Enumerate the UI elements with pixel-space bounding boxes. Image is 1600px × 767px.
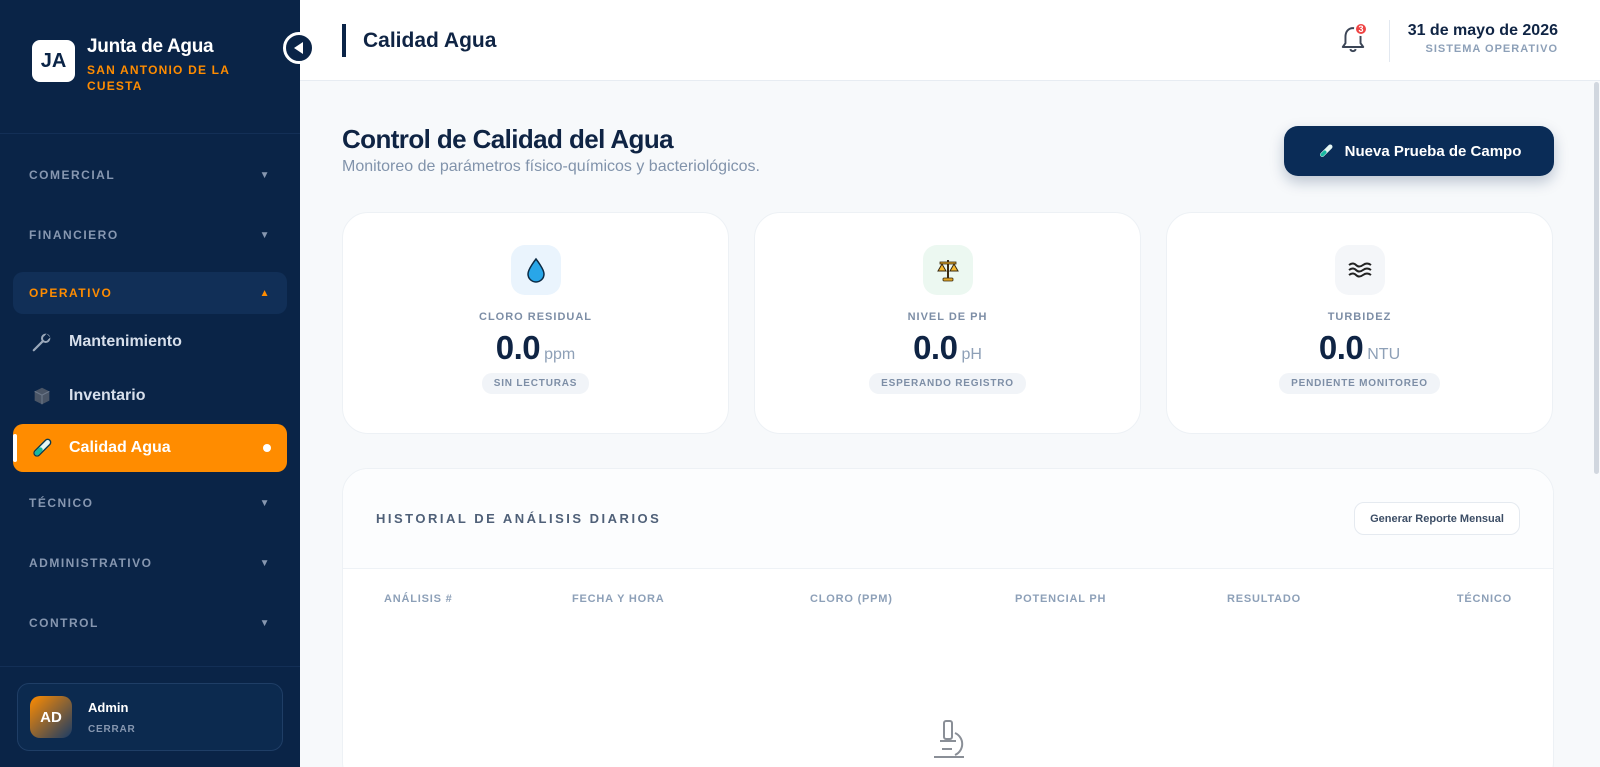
column-header-chlorine[interactable]: CLORO (PPM) (810, 593, 893, 605)
metric-unit: NTU (1367, 346, 1401, 363)
column-header-analysis[interactable]: ANÁLISIS # (384, 593, 453, 605)
chevron-down-icon: ▼ (259, 229, 271, 241)
nav-section-label: ADMINISTRATIVO (29, 556, 153, 570)
page-scrollbar[interactable] (1594, 82, 1599, 474)
sidebar-item-calidad-agua[interactable]: Calidad Agua (13, 424, 287, 472)
nav-section-tecnico[interactable]: TÉCNICO ▼ (13, 474, 287, 532)
header-divider (1389, 20, 1390, 62)
sidebar-item-label: Mantenimiento (69, 333, 182, 350)
microscope-icon (934, 720, 964, 758)
metric-value-row: 0.0 NTU (1167, 329, 1552, 367)
collapse-sidebar-button[interactable] (283, 32, 315, 64)
brand-text: Junta de Agua SAN ANTONIO DE LA CUESTA (87, 36, 247, 94)
metric-value: 0.0 (913, 329, 958, 366)
analysis-history-panel: HISTORIAL DE ANÁLISIS DIARIOS Generar Re… (342, 468, 1554, 767)
column-header-ph[interactable]: POTENCIAL PH (1015, 593, 1106, 605)
nav-section-financiero[interactable]: FINANCIERO ▼ (13, 206, 287, 264)
sidebar-item-label: Inventario (69, 387, 146, 404)
notification-badge: 3 (1354, 22, 1368, 36)
sidebar-item-mantenimiento[interactable]: Mantenimiento (13, 316, 287, 368)
nav-section-administrativo[interactable]: ADMINISTRATIVO ▼ (13, 534, 287, 592)
brand-title: Junta de Agua (87, 36, 214, 57)
test-tube-icon (29, 435, 55, 461)
user-card[interactable]: AD Admin CERRAR (17, 683, 283, 751)
sidebar-nav: COMERCIAL ▼ FINANCIERO ▼ OPERATIVO ▲ Man… (0, 134, 300, 652)
wrench-icon (29, 329, 55, 355)
metric-status-chip: SIN LECTURAS (481, 373, 590, 394)
chevron-up-icon: ▲ (259, 287, 271, 299)
nav-section-operativo[interactable]: OPERATIVO ▲ (13, 272, 287, 314)
avatar: AD (30, 696, 72, 738)
sidebar-item-label: Calidad Agua (69, 439, 171, 456)
triangle-left-icon (294, 42, 303, 54)
sidebar-item-inventario[interactable]: Inventario (13, 370, 287, 422)
droplet-icon (510, 245, 561, 295)
user-meta: Admin CERRAR (88, 700, 136, 735)
nav-section-label: CONTROL (29, 616, 99, 630)
monthly-report-button[interactable]: Generar Reporte Mensual (1354, 502, 1520, 535)
scales-icon (922, 245, 973, 295)
header-date-block: 31 de mayo de 2026 SISTEMA OPERATIVO (1408, 22, 1558, 55)
metric-status-chip: PENDIENTE MONITOREO (1279, 373, 1440, 394)
metric-value-row: 0.0 ppm (343, 329, 728, 367)
history-header: HISTORIAL DE ANÁLISIS DIARIOS Generar Re… (343, 469, 1553, 569)
metric-label: CLORO RESIDUAL (479, 311, 592, 323)
brand-logo: JA (32, 40, 75, 82)
brand-subtitle: SAN ANTONIO DE LA CUESTA (87, 63, 230, 93)
metric-unit: ppm (544, 346, 576, 363)
brand[interactable]: JA Junta de Agua SAN ANTONIO DE LA CUEST… (0, 0, 300, 134)
main-content: Control de Calidad del Agua Monitoreo de… (300, 82, 1594, 767)
chevron-down-icon: ▼ (259, 617, 271, 629)
nav-section-label: COMERCIAL (29, 168, 116, 182)
sidebar-divider (0, 666, 300, 667)
metric-value: 0.0 (1318, 329, 1364, 366)
sidebar: JA Junta de Agua SAN ANTONIO DE LA CUEST… (0, 0, 300, 767)
metric-label: NIVEL DE PH (907, 311, 988, 323)
test-tube-icon (1319, 144, 1333, 157)
metric-status-chip: ESPERANDO REGISTRO (869, 373, 1026, 394)
current-date: 31 de mayo de 2026 (1407, 22, 1558, 39)
metric-unit: pH (961, 346, 982, 363)
table-header-row: ANÁLISIS # FECHA Y HORA CLORO (PPM) POTE… (343, 593, 1553, 613)
metric-value: 0.0 (495, 329, 541, 366)
metric-label: TURBIDEZ (1327, 311, 1392, 323)
chevron-down-icon: ▼ (259, 557, 271, 569)
nav-section-comercial[interactable]: COMERCIAL ▼ (13, 146, 287, 204)
system-status: SISTEMA OPERATIVO (1425, 43, 1558, 55)
section-heading: Control de Calidad del Agua (342, 124, 674, 154)
chevron-down-icon: ▼ (259, 169, 271, 181)
nav-section-label: TÉCNICO (29, 496, 94, 510)
waves-icon (1334, 245, 1385, 295)
column-header-result[interactable]: RESULTADO (1227, 593, 1301, 605)
top-header: Calidad Agua 3 31 de mayo de 2026 SISTEM… (300, 0, 1600, 81)
box-icon (29, 383, 55, 409)
metric-value-row: 0.0 pH (755, 329, 1140, 367)
user-name: Admin (88, 699, 129, 715)
logout-link[interactable]: CERRAR (88, 724, 136, 735)
nav-section-label: OPERATIVO (29, 286, 113, 300)
chevron-down-icon: ▼ (259, 497, 271, 509)
metric-card-ph: NIVEL DE PH 0.0 pH ESPERANDO REGISTRO (754, 212, 1141, 434)
page-title: Calidad Agua (342, 24, 496, 57)
column-header-datetime[interactable]: FECHA Y HORA (572, 593, 665, 605)
nav-section-control[interactable]: CONTROL ▼ (13, 594, 287, 652)
active-indicator-dot (263, 444, 271, 452)
column-header-technician[interactable]: TÉCNICO (1457, 593, 1512, 605)
nav-section-label: FINANCIERO (29, 228, 119, 242)
new-field-test-button[interactable]: Nueva Prueba de Campo (1284, 126, 1554, 176)
section-subtitle: Monitoreo de parámetros físico-químicos … (342, 158, 760, 175)
metric-card-chlorine: CLORO RESIDUAL 0.0 ppm SIN LECTURAS (342, 212, 729, 434)
button-label: Nueva Prueba de Campo (1344, 142, 1522, 160)
history-title: HISTORIAL DE ANÁLISIS DIARIOS (376, 511, 662, 526)
metric-card-turbidity: TURBIDEZ 0.0 NTU PENDIENTE MONITOREO (1166, 212, 1553, 434)
